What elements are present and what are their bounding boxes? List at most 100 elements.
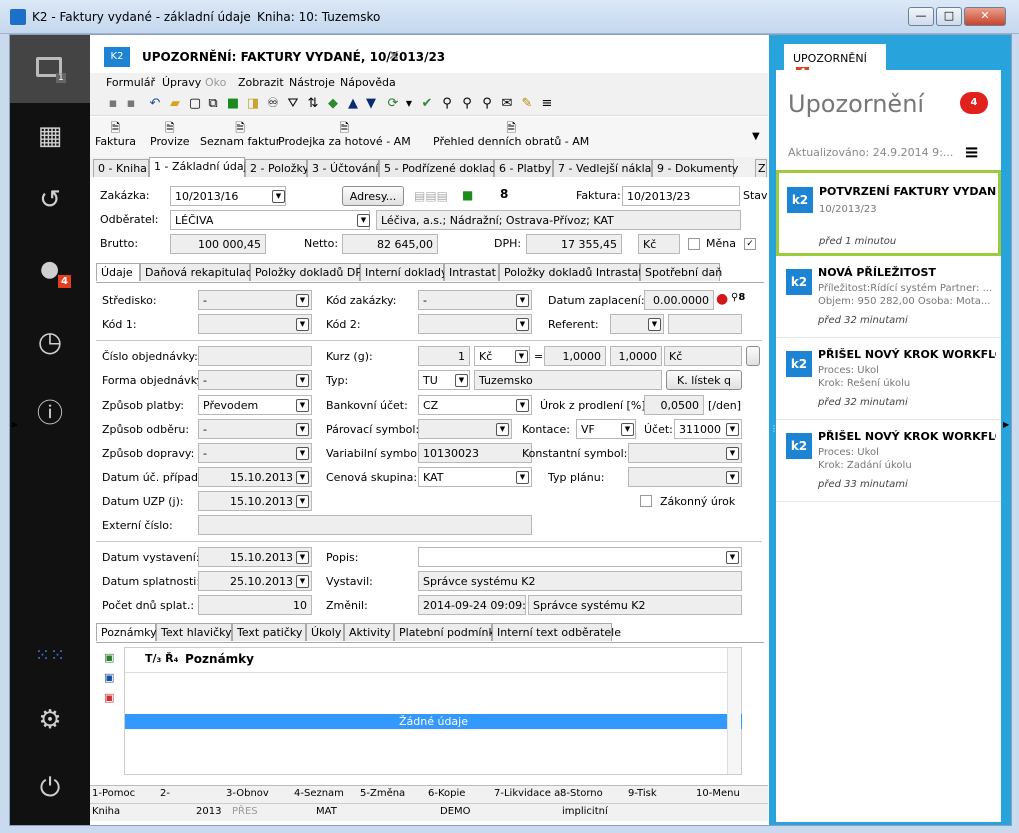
- collapse-right-icon[interactable]: ▶: [1003, 420, 1009, 429]
- close-doc-icon[interactable]: ✕: [388, 48, 400, 64]
- fkey-4[interactable]: 4-Seznam: [294, 788, 344, 799]
- save-icon[interactable]: ▪: [106, 97, 120, 111]
- kod1-field[interactable]: [198, 314, 312, 334]
- kurz-dropdown-icon[interactable]: ▼: [515, 350, 528, 363]
- delete-note-icon[interactable]: ▣: [104, 691, 114, 704]
- tab-kniha[interactable]: 0 - Kniha: [93, 159, 149, 177]
- popis-dropdown-icon[interactable]: ▼: [726, 551, 739, 564]
- mail-icon[interactable]: ✉: [500, 97, 514, 111]
- messages-button[interactable]: ● 4: [10, 253, 90, 303]
- cenova-skupina-dropdown-icon[interactable]: ▼: [516, 471, 529, 484]
- pocet-dnu-field[interactable]: 10: [198, 595, 312, 615]
- odberatel-dropdown-icon[interactable]: ▼: [357, 214, 370, 227]
- notetab-text-paticky[interactable]: Text patičky: [232, 623, 306, 641]
- check-icon[interactable]: ✔: [420, 97, 434, 111]
- faktura-field[interactable]: 10/2013/23: [622, 186, 740, 206]
- refresh-icon[interactable]: ⟳: [386, 97, 400, 111]
- zpusob-dopravy-dropdown-icon[interactable]: ▼: [296, 447, 309, 460]
- tab-vedlejsi-naklady[interactable]: 7 - Vedlejší náklady: [553, 159, 665, 177]
- zpusob-platby-dropdown-icon[interactable]: ▼: [296, 399, 309, 412]
- history-icon[interactable]: ↺: [10, 185, 90, 225]
- subtab-polozky-dph[interactable]: Položky dokladů DPH: [250, 263, 370, 281]
- datum-uc-pripadu-field[interactable]: 15.10.2013: [198, 467, 312, 487]
- action-faktura[interactable]: 🗎 Faktura: [95, 121, 136, 148]
- notetab-ukoly[interactable]: Úkoly: [306, 623, 344, 641]
- odberatel-field[interactable]: LÉČIVA: [170, 210, 370, 230]
- tab-podrizene-doklady[interactable]: 5 - Podřízené doklady: [379, 159, 503, 177]
- arrow-down-icon[interactable]: ▼: [364, 97, 378, 111]
- forma-objednavky-dropdown-icon[interactable]: ▼: [296, 374, 309, 387]
- kurz-b-field[interactable]: 1,0000: [610, 346, 662, 366]
- konstantni-symbol-dropdown-icon[interactable]: ▼: [726, 447, 739, 460]
- subtab-polozky-intrastatu[interactable]: Položky dokladů Intrastatu: [499, 263, 650, 281]
- kurz-side-button[interactable]: [746, 346, 760, 366]
- subtab-interni-doklady[interactable]: Interní doklady: [360, 263, 448, 281]
- k-listek-button[interactable]: K. lístek q: [666, 370, 742, 390]
- mena-checkbox[interactable]: [688, 238, 700, 250]
- action-provize[interactable]: 🗎 Provize: [150, 121, 190, 148]
- datum-vystaveni-field[interactable]: 15.10.2013: [198, 547, 312, 567]
- zpusob-dopravy-field[interactable]: -: [198, 443, 312, 463]
- menu-napoveda[interactable]: Nápověda: [340, 76, 396, 89]
- filter-icon[interactable]: ⛛: [286, 97, 300, 111]
- menu-nastroje[interactable]: Nástroje: [289, 76, 335, 89]
- notification-card[interactable]: k2 POTVRZENÍ FAKTURY VYDANÉ 10/... 10/20…: [776, 170, 1001, 256]
- kontace-dropdown-icon[interactable]: ▼: [621, 423, 634, 436]
- notetab-platebni-podminky[interactable]: Platební podmínky: [394, 623, 501, 641]
- tab-more[interactable]: Z: [755, 159, 767, 177]
- fkey-9[interactable]: 9-Tisk: [628, 788, 657, 799]
- find-next-icon[interactable]: ⚲: [460, 97, 474, 111]
- kurz-qty-field[interactable]: 1: [418, 346, 470, 366]
- parovaci-symbol-dropdown-icon[interactable]: ▼: [496, 423, 509, 436]
- typ-dropdown-icon[interactable]: ▼: [455, 374, 468, 387]
- desktop-button[interactable]: 1: [10, 35, 90, 103]
- apps-grid-icon[interactable]: ▦: [10, 121, 90, 161]
- clock-icon[interactable]: ◷: [10, 325, 90, 365]
- sort-icon[interactable]: ⇅: [306, 97, 320, 111]
- tab-uctovani[interactable]: 3 - Účtování: [307, 159, 379, 177]
- stredisko-field[interactable]: -: [198, 290, 312, 310]
- menu-upravy[interactable]: Úpravy: [162, 76, 201, 89]
- notifications-tab[interactable]: UPOZORNĚNÍ 4: [784, 44, 886, 78]
- overflow-arrow-icon[interactable]: ▼: [752, 131, 760, 142]
- info-icon[interactable]: ⓘ: [10, 393, 90, 433]
- notes-empty-row[interactable]: Žádné údaje: [125, 714, 742, 729]
- kod2-dropdown-icon[interactable]: ▼: [516, 318, 529, 331]
- edit-icon[interactable]: ✎: [520, 97, 534, 111]
- kod-zakazky-dropdown-icon[interactable]: ▼: [516, 294, 529, 307]
- undo-icon[interactable]: ↶: [148, 97, 162, 111]
- menu-zobrazit[interactable]: Zobrazit: [238, 76, 284, 89]
- fkey-1[interactable]: 1-Pomoc: [92, 788, 135, 799]
- arrow-up-icon[interactable]: ▲: [346, 97, 360, 111]
- subtab-intrastat[interactable]: Intrastat: [444, 263, 499, 281]
- urok-field[interactable]: 0,0500: [644, 395, 704, 415]
- cenova-skupina-field[interactable]: KAT: [418, 467, 532, 487]
- subtab-spotrebni-dan[interactable]: Spotřební daň: [640, 263, 722, 281]
- action-prehled-obratu[interactable]: 🗎 Přehled denních obratů - AM: [433, 121, 589, 148]
- zpusob-platby-field[interactable]: Převodem: [198, 395, 312, 415]
- zpusob-odberu-field[interactable]: -: [198, 419, 312, 439]
- subtab-udaje[interactable]: Údaje: [96, 263, 140, 281]
- notification-card[interactable]: k2 PŘIŠEL NOVÝ KROK WORKFLOW Proces: Úko…: [776, 420, 1001, 502]
- close-button[interactable]: ✕: [964, 7, 1006, 26]
- ucet-dropdown-icon[interactable]: ▼: [726, 423, 739, 436]
- book-icon[interactable]: ◨: [246, 97, 260, 111]
- zakazka-field[interactable]: 10/2013/16: [170, 186, 286, 206]
- fkey-5[interactable]: 5-Změna: [360, 788, 405, 799]
- popis-field[interactable]: [418, 547, 742, 567]
- notetab-interni-text[interactable]: Interní text odběratele: [492, 623, 621, 641]
- notes-scrollbar[interactable]: [727, 648, 741, 774]
- datum-uc-dropdown-icon[interactable]: ▼: [296, 471, 309, 484]
- cislo-objednavky-field[interactable]: [198, 346, 312, 366]
- datum-uzp-dropdown-icon[interactable]: ▼: [296, 495, 309, 508]
- menu-formular[interactable]: Formulář: [106, 76, 155, 89]
- kod2-field[interactable]: [418, 314, 532, 334]
- new-icon[interactable]: ▢: [188, 97, 202, 111]
- binoculars-icon[interactable]: 8: [500, 187, 508, 201]
- bankovni-ucet-dropdown-icon[interactable]: ▼: [516, 399, 529, 412]
- fkey-3[interactable]: 3-Obnov: [226, 788, 269, 799]
- tab-dokumenty[interactable]: 9 - Dokumenty: [652, 159, 738, 177]
- binoculars-icon[interactable]: ♾: [266, 97, 280, 111]
- variabilni-symbol-field[interactable]: 10130023: [418, 443, 532, 463]
- zpusob-odberu-dropdown-icon[interactable]: ▼: [296, 423, 309, 436]
